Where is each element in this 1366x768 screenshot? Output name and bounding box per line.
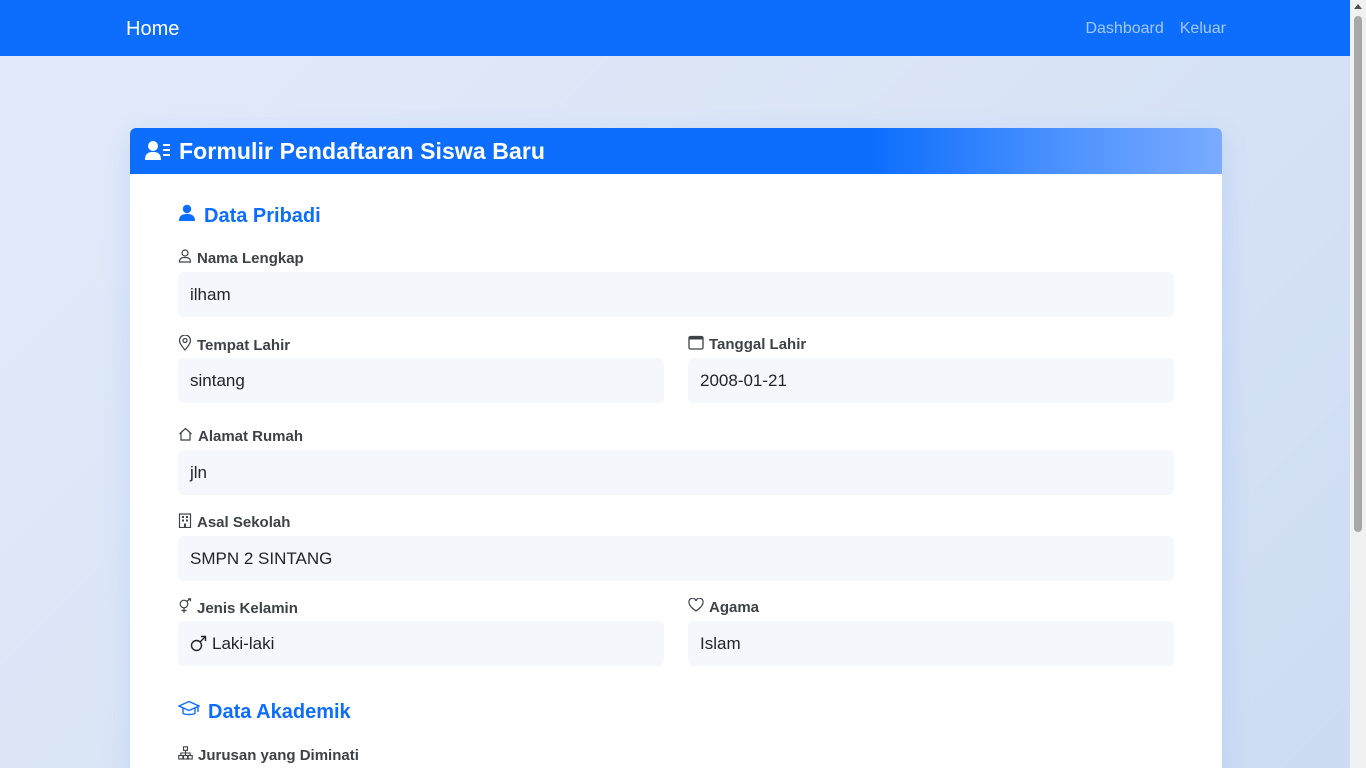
registration-card: Formulir Pendaftaran Siswa Baru Data Pri… (130, 128, 1222, 768)
label-nama-lengkap: Nama Lengkap (178, 249, 304, 267)
select-jenis-kelamin[interactable]: Laki-laki (178, 621, 664, 666)
form-title: Formulir Pendaftaran Siswa Baru (179, 137, 546, 164)
section-title-data-akademik: Data Akademik (177, 700, 351, 724)
gender-male-icon (190, 635, 207, 652)
label-tempat-lahir: Tempat Lahir (178, 334, 290, 355)
geo-pin-icon (178, 334, 192, 355)
label-jenis-kelamin: Jenis Kelamin (178, 598, 298, 618)
person-lines-icon (145, 140, 171, 162)
scrollbar-thumb[interactable] (1354, 16, 1362, 532)
input-tanggal-lahir[interactable]: 2008-01-21 (688, 358, 1174, 403)
diagram-icon (178, 746, 193, 764)
house-icon (178, 427, 193, 445)
calendar-icon (688, 335, 704, 354)
nav-link-dashboard[interactable]: Dashboard (1085, 19, 1163, 39)
label-asal-sekolah: Asal Sekolah (178, 513, 290, 532)
mortarboard-icon (177, 700, 201, 724)
select-agama[interactable]: Islam (688, 621, 1174, 666)
label-tanggal-lahir: Tanggal Lahir (688, 335, 806, 354)
top-navbar: Home Dashboard Keluar (0, 0, 1350, 56)
label-jurusan: Jurusan yang Diminati (178, 746, 359, 764)
navbar-brand-home[interactable]: Home (126, 17, 179, 41)
scroll-up-arrow-icon[interactable] (1354, 4, 1362, 9)
label-alamat-rumah: Alamat Rumah (178, 427, 303, 445)
gender-ambiguous-icon (178, 598, 192, 618)
page-scrollbar[interactable] (1350, 0, 1366, 768)
heart-icon (688, 597, 704, 616)
input-alamat-rumah[interactable]: jln (178, 450, 1174, 495)
person-fill-icon (178, 204, 196, 228)
input-tempat-lahir[interactable]: sintang (178, 358, 664, 403)
card-header: Formulir Pendaftaran Siswa Baru (130, 128, 1222, 174)
navbar-links: Dashboard Keluar (1085, 19, 1226, 39)
section-title-data-pribadi: Data Pribadi (178, 204, 321, 228)
person-icon (178, 249, 192, 267)
label-agama: Agama (688, 597, 759, 616)
building-icon (178, 513, 192, 532)
input-asal-sekolah[interactable]: SMPN 2 SINTANG (178, 536, 1174, 581)
nav-link-keluar[interactable]: Keluar (1180, 19, 1226, 39)
input-nama-lengkap[interactable]: ilham (178, 272, 1174, 317)
